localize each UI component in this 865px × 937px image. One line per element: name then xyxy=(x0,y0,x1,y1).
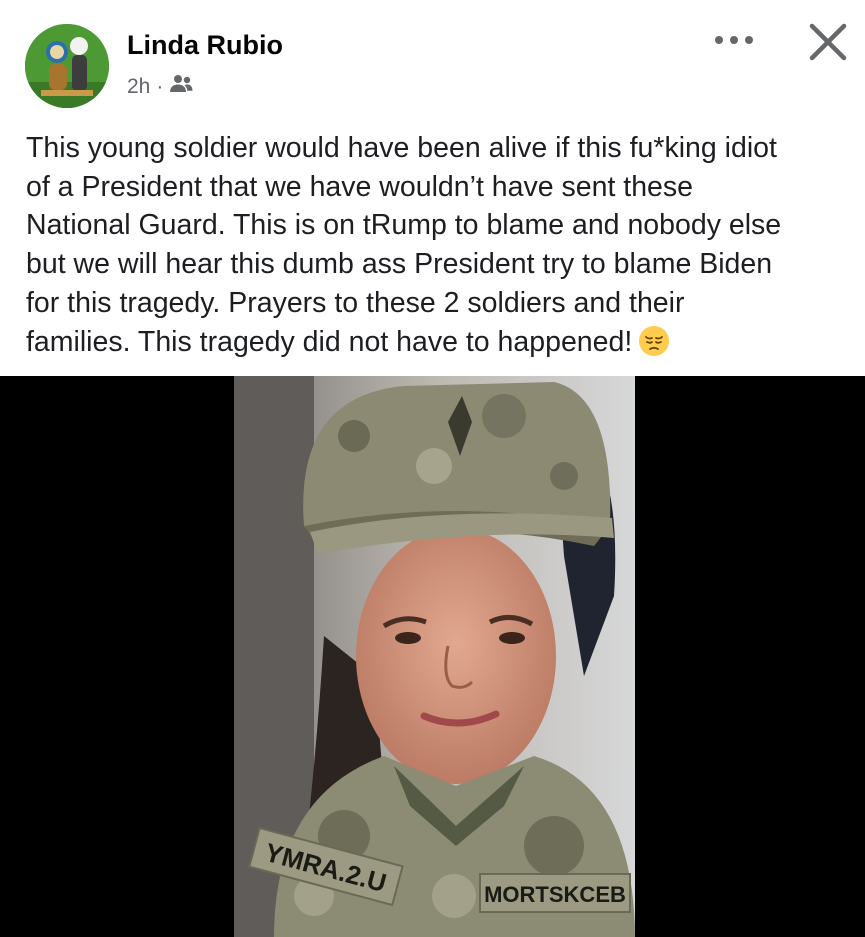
post-text-line: but we will hear this dumb ass President… xyxy=(26,248,773,281)
post-time[interactable]: 2h xyxy=(127,75,150,99)
meta-separator: · xyxy=(156,75,164,98)
post-text-line-content: families. This tragedy did not have to h… xyxy=(26,325,633,358)
post-text-line: National Guard. This is on tRump to blam… xyxy=(26,209,782,242)
post-text-line: of a President that we have wouldn’t hav… xyxy=(26,170,694,203)
post-media[interactable]: YMRA.2.U MORTSKCEB xyxy=(0,376,865,937)
post-text-line: for this tragedy. Prayers to these 2 sol… xyxy=(26,286,685,319)
post-text-line-last: families. This tragedy did not have to h… xyxy=(26,323,846,368)
pensive-face-emoji xyxy=(638,325,670,368)
post-meta: 2h · xyxy=(127,74,193,100)
friends-icon[interactable] xyxy=(169,73,193,101)
avatar[interactable] xyxy=(25,24,109,108)
soldier-photo[interactable]: YMRA.2.U MORTSKCEB xyxy=(234,376,635,937)
more-dots-icon[interactable] xyxy=(710,24,758,56)
post-text-line: This young soldier would have been alive… xyxy=(26,132,777,164)
post-text: This young soldier would have been alive… xyxy=(26,129,846,367)
post-header: Linda Rubio 2h · xyxy=(0,0,865,115)
name-tape-right: MORTSKCEB xyxy=(484,882,626,907)
author-name[interactable]: Linda Rubio xyxy=(127,30,283,61)
close-icon[interactable] xyxy=(800,18,856,66)
